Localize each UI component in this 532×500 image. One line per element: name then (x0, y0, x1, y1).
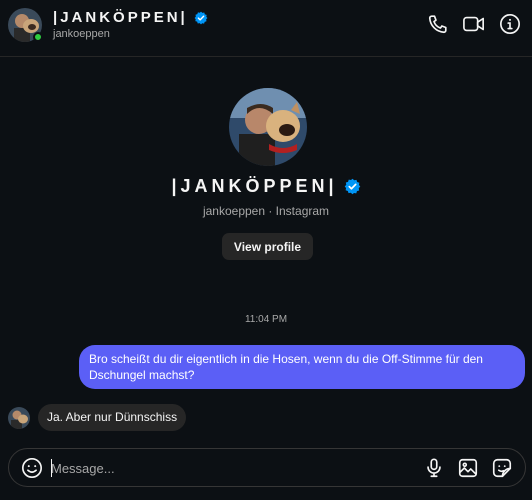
profile-name-text: |JANKÖPPEN| (171, 176, 338, 196)
verified-badge-icon (344, 178, 360, 195)
message-timestamp: 11:04 PM (244, 314, 288, 325)
incoming-message[interactable]: Ja. Aber nur Dünnschiss (38, 404, 187, 431)
emoji-icon[interactable] (21, 457, 43, 479)
outgoing-message[interactable]: Bro scheißt du dir eigentlich in die Hos… (79, 345, 525, 389)
text-caret (51, 459, 52, 477)
profile-meta: jankoeppen · Instagram (202, 204, 330, 218)
info-icon[interactable] (498, 12, 522, 36)
profile-name: |JANKÖPPEN| (0, 176, 532, 197)
sender-avatar[interactable] (8, 407, 30, 429)
header-title[interactable]: |JANKÖPPEN| (53, 9, 208, 26)
image-icon[interactable] (457, 457, 479, 479)
online-status-dot (33, 32, 43, 42)
profile-avatar[interactable] (229, 88, 307, 166)
message-input[interactable] (51, 458, 381, 478)
header-name: |JANKÖPPEN| (53, 9, 188, 26)
message-composer (8, 448, 526, 487)
header-handle: jankoeppen (53, 28, 110, 40)
chat-header: |JANKÖPPEN| jankoeppen (0, 0, 532, 57)
microphone-icon[interactable] (423, 457, 445, 479)
phone-icon[interactable] (426, 12, 450, 36)
sticker-icon[interactable] (491, 457, 513, 479)
video-camera-icon[interactable] (462, 12, 486, 36)
verified-badge-icon (194, 11, 208, 24)
view-profile-button[interactable]: View profile (222, 233, 313, 260)
